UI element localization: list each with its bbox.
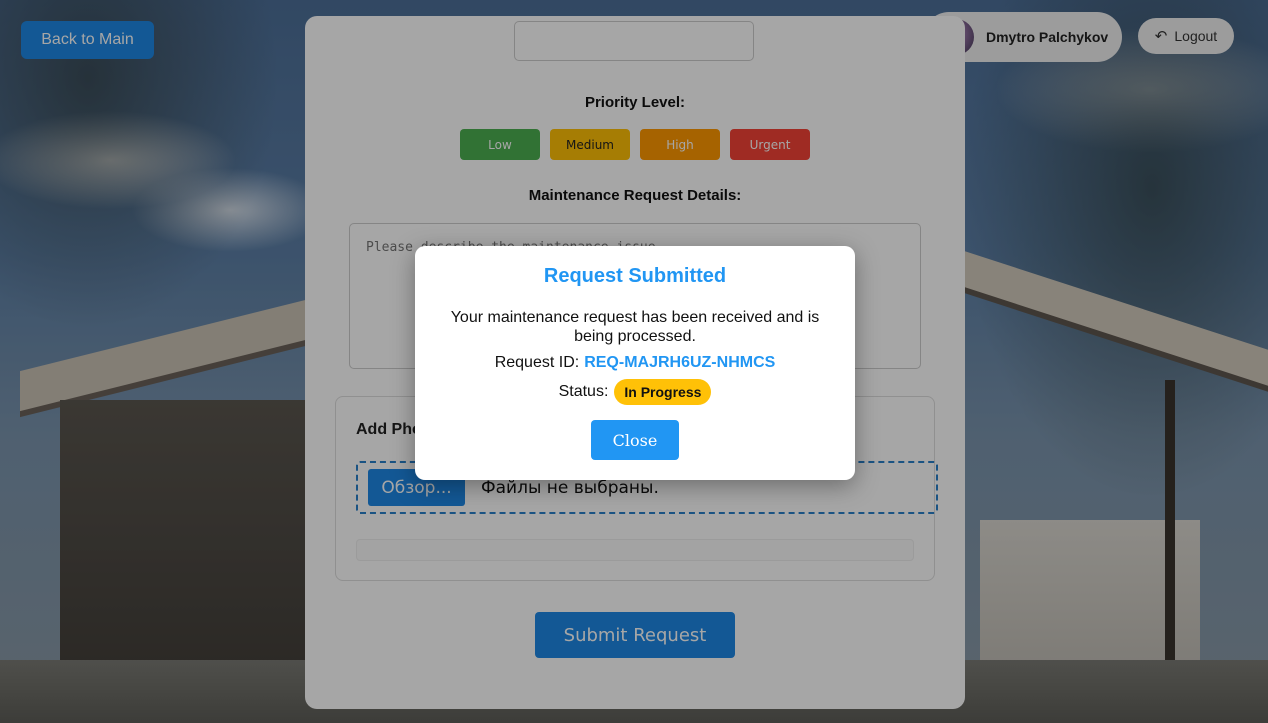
status-label: Status:	[558, 383, 609, 400]
request-id-value: REQ-MAJRH6UZ-NHMCS	[584, 354, 776, 371]
dialog-message: Your maintenance request has been receiv…	[450, 309, 820, 345]
request-id-row: Request ID: REQ-MAJRH6UZ-NHMCS	[415, 354, 855, 372]
request-id-label: Request ID:	[494, 354, 580, 371]
request-submitted-dialog: Request Submitted Your maintenance reque…	[415, 246, 855, 480]
close-button[interactable]: Close	[591, 420, 679, 460]
dialog-title: Request Submitted	[543, 265, 727, 287]
status-row: Status: In Progress	[415, 379, 855, 405]
status-badge: In Progress	[614, 379, 712, 405]
